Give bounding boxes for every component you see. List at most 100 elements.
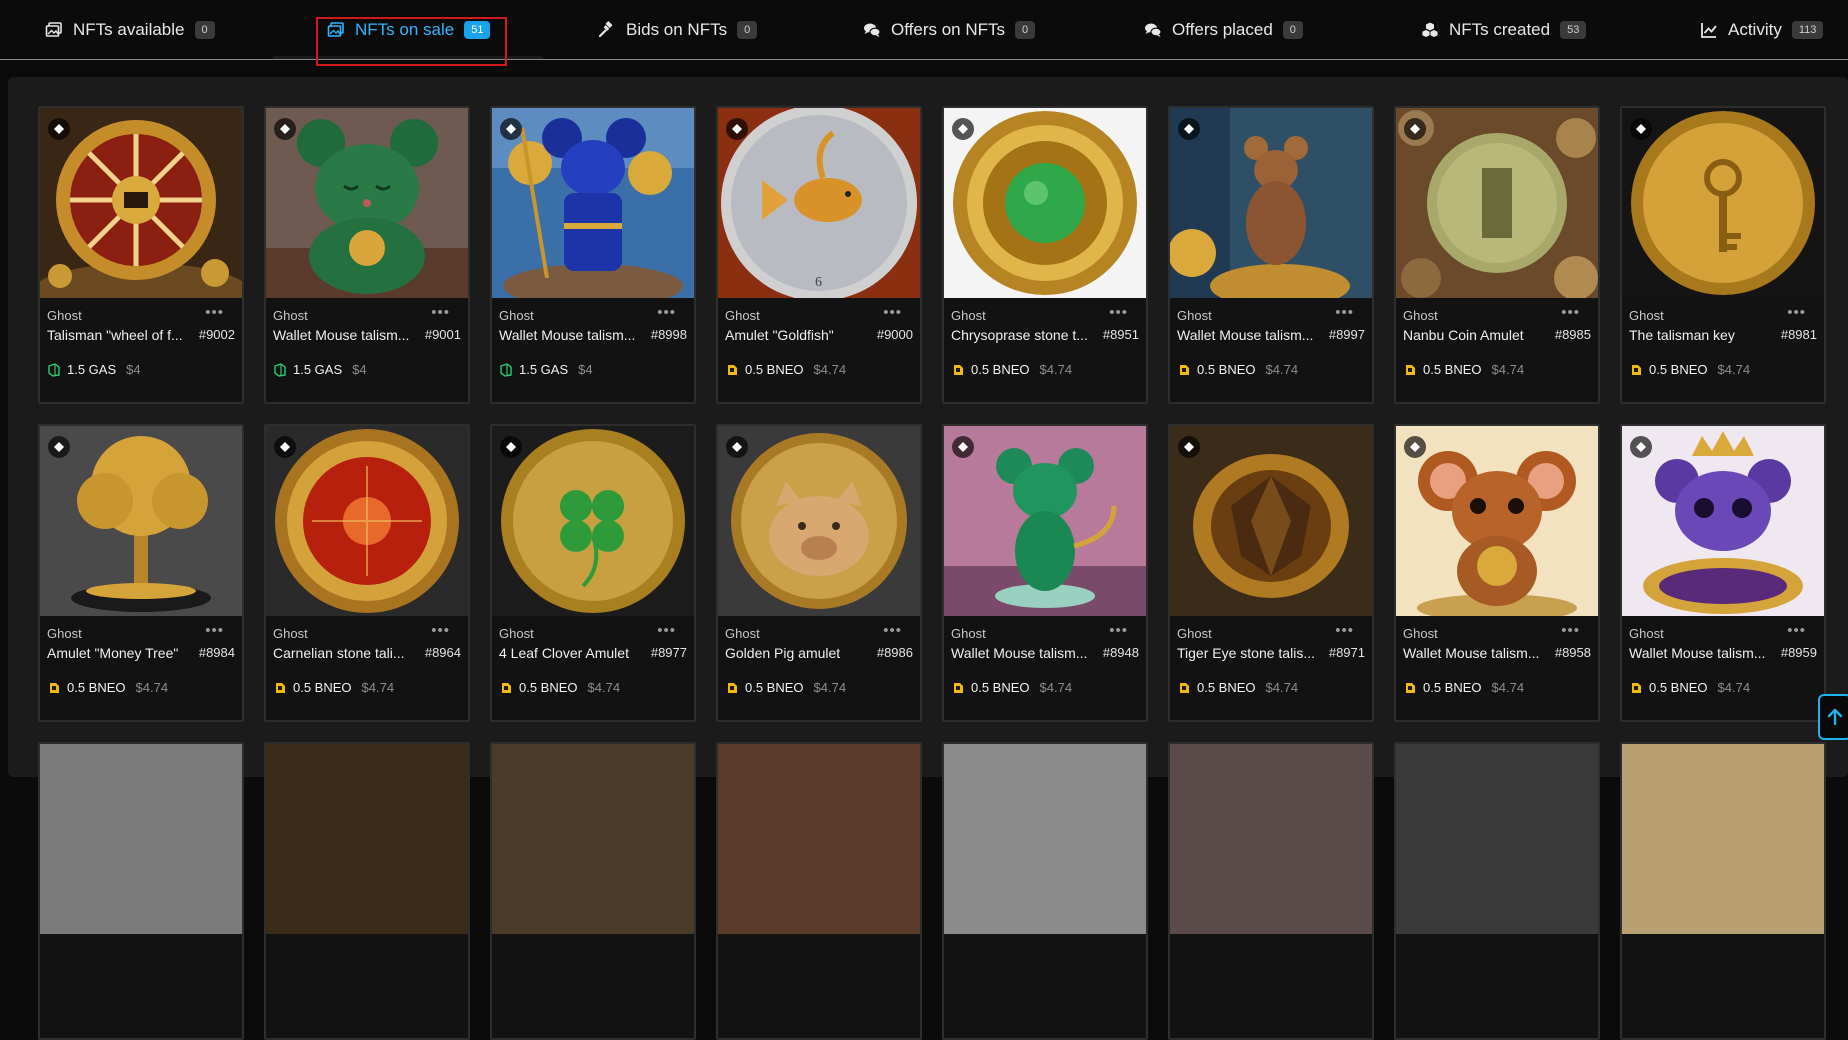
more-options-icon[interactable]: ••• <box>1335 622 1354 639</box>
nft-title[interactable]: Talisman "wheel of f... <box>47 327 187 343</box>
more-options-icon[interactable]: ••• <box>657 304 676 321</box>
nft-title[interactable]: Amulet "Goldfish" <box>725 327 865 343</box>
nft-card[interactable] <box>942 742 1148 1040</box>
nft-title[interactable]: Wallet Mouse talism... <box>1177 327 1317 343</box>
tab-bids-on-nfts[interactable]: Bids on NFTs 0 <box>598 0 758 60</box>
nft-title[interactable]: Tiger Eye stone talis... <box>1177 645 1317 661</box>
nft-image[interactable] <box>1396 744 1598 934</box>
nft-image-green-stone-coin[interactable] <box>944 108 1146 298</box>
nft-card[interactable] <box>490 742 696 1040</box>
nft-card[interactable]: Ghost ••• Talisman "wheel of f... #9002 … <box>38 106 244 404</box>
nft-card[interactable]: Ghost ••• 4 Leaf Clover Amulet #8977 0.5… <box>490 424 696 722</box>
nft-card[interactable]: 6 Ghost ••• Amulet "Goldfish" #9000 0.5 … <box>716 106 922 404</box>
nft-card[interactable]: Ghost ••• Nanbu Coin Amulet #8985 0.5 BN… <box>1394 106 1600 404</box>
nft-image[interactable] <box>944 744 1146 934</box>
nft-image-green-mouse[interactable] <box>266 108 468 298</box>
creator-name[interactable]: Ghost <box>1403 308 1438 323</box>
more-options-icon[interactable]: ••• <box>657 622 676 639</box>
nft-card[interactable]: Ghost ••• Carnelian stone tali... #8964 … <box>264 424 470 722</box>
nft-image-purple-mouse-crown[interactable] <box>1622 426 1824 616</box>
nft-card[interactable]: Ghost ••• Wallet Mouse talism... #8948 0… <box>942 424 1148 722</box>
nft-image[interactable] <box>492 744 694 934</box>
creator-name[interactable]: Ghost <box>951 308 986 323</box>
nft-image-blue-mouse[interactable] <box>492 108 694 298</box>
nft-title[interactable]: Wallet Mouse talism... <box>1403 645 1543 661</box>
tab-nfts-available[interactable]: NFTs available 0 <box>45 0 215 60</box>
nft-card[interactable]: Ghost ••• Tiger Eye stone talis... #8971… <box>1168 424 1374 722</box>
more-options-icon[interactable]: ••• <box>1109 622 1128 639</box>
nft-title[interactable]: Wallet Mouse talism... <box>273 327 413 343</box>
nft-image[interactable] <box>40 744 242 934</box>
creator-name[interactable]: Ghost <box>951 626 986 641</box>
nft-card[interactable]: Ghost ••• Wallet Mouse talism... #8998 1… <box>490 106 696 404</box>
creator-name[interactable]: Ghost <box>499 626 534 641</box>
more-options-icon[interactable]: ••• <box>205 622 224 639</box>
nft-title[interactable]: Nanbu Coin Amulet <box>1403 327 1543 343</box>
nft-card[interactable] <box>1168 742 1374 1040</box>
creator-name[interactable]: Ghost <box>725 626 760 641</box>
nft-image-cute-mouse-coin[interactable] <box>1396 426 1598 616</box>
creator-name[interactable]: Ghost <box>499 308 534 323</box>
nft-card[interactable] <box>716 742 922 1040</box>
nft-title[interactable]: Amulet "Money Tree" <box>47 645 187 661</box>
more-options-icon[interactable]: ••• <box>883 304 902 321</box>
nft-title[interactable]: Wallet Mouse talism... <box>499 327 639 343</box>
creator-name[interactable]: Ghost <box>47 308 82 323</box>
tab-offers-placed[interactable]: Offers placed 0 <box>1144 0 1303 60</box>
tab-nfts-created[interactable]: NFTs created 53 <box>1421 0 1587 60</box>
more-options-icon[interactable]: ••• <box>431 622 450 639</box>
creator-name[interactable]: Ghost <box>1629 308 1664 323</box>
nft-image-key-coin[interactable] <box>1622 108 1824 298</box>
more-options-icon[interactable]: ••• <box>1335 304 1354 321</box>
tab-activity[interactable]: Activity 113 <box>1700 0 1824 60</box>
nft-image-money-tree[interactable] <box>40 426 242 616</box>
more-options-icon[interactable]: ••• <box>1109 304 1128 321</box>
nft-image[interactable] <box>718 744 920 934</box>
scroll-to-top-button[interactable] <box>1818 694 1848 740</box>
creator-name[interactable]: Ghost <box>1177 308 1212 323</box>
nft-title[interactable]: 4 Leaf Clover Amulet <box>499 645 639 661</box>
nft-image-goldfish-coin[interactable]: 6 <box>718 108 920 298</box>
nft-title[interactable]: Wallet Mouse talism... <box>951 645 1091 661</box>
more-options-icon[interactable]: ••• <box>431 304 450 321</box>
creator-name[interactable]: Ghost <box>273 308 308 323</box>
nft-card[interactable]: Ghost ••• Golden Pig amulet #8986 0.5 BN… <box>716 424 922 722</box>
nft-image[interactable] <box>1622 744 1824 934</box>
more-options-icon[interactable]: ••• <box>883 622 902 639</box>
nft-card[interactable] <box>38 742 244 1040</box>
more-options-icon[interactable]: ••• <box>1561 622 1580 639</box>
nft-card[interactable]: Ghost ••• Wallet Mouse talism... #9001 1… <box>264 106 470 404</box>
nft-card[interactable]: Ghost ••• Wallet Mouse talism... #8997 0… <box>1168 106 1374 404</box>
creator-name[interactable]: Ghost <box>47 626 82 641</box>
creator-name[interactable]: Ghost <box>725 308 760 323</box>
creator-name[interactable]: Ghost <box>1177 626 1212 641</box>
nft-title[interactable]: Carnelian stone tali... <box>273 645 413 661</box>
nft-image-pig-coin[interactable] <box>718 426 920 616</box>
nft-image-tiger-eye-ring[interactable] <box>1170 426 1372 616</box>
nft-image[interactable] <box>266 744 468 934</box>
nft-title[interactable]: Golden Pig amulet <box>725 645 865 661</box>
nft-card[interactable] <box>1394 742 1600 1040</box>
more-options-icon[interactable]: ••• <box>205 304 224 321</box>
nft-image-clover-coin[interactable] <box>492 426 694 616</box>
more-options-icon[interactable]: ••• <box>1787 622 1806 639</box>
nft-image-nanbu-coin[interactable] <box>1396 108 1598 298</box>
nft-card[interactable] <box>1620 742 1826 1040</box>
nft-card[interactable]: Ghost ••• Wallet Mouse talism... #8958 0… <box>1394 424 1600 722</box>
creator-name[interactable]: Ghost <box>273 626 308 641</box>
nft-card[interactable]: Ghost ••• Amulet "Money Tree" #8984 0.5 … <box>38 424 244 722</box>
creator-name[interactable]: Ghost <box>1403 626 1438 641</box>
tab-offers-on-nfts[interactable]: Offers on NFTs 0 <box>863 0 1036 60</box>
nft-image-brown-mouse-coin[interactable] <box>1170 108 1372 298</box>
creator-name[interactable]: Ghost <box>1629 626 1664 641</box>
nft-card[interactable]: Ghost ••• Chrysoprase stone t... #8951 0… <box>942 106 1148 404</box>
nft-image-green-mouse-figure[interactable] <box>944 426 1146 616</box>
nft-image-red-stone-coin[interactable] <box>266 426 468 616</box>
nft-title[interactable]: Wallet Mouse talism... <box>1629 645 1769 661</box>
nft-card[interactable]: Ghost ••• Wallet Mouse talism... #8959 0… <box>1620 424 1826 722</box>
nft-card[interactable] <box>264 742 470 1040</box>
more-options-icon[interactable]: ••• <box>1561 304 1580 321</box>
nft-image[interactable] <box>1170 744 1372 934</box>
nft-title[interactable]: Chrysoprase stone t... <box>951 327 1091 343</box>
nft-image-roulette-coin[interactable] <box>40 108 242 298</box>
